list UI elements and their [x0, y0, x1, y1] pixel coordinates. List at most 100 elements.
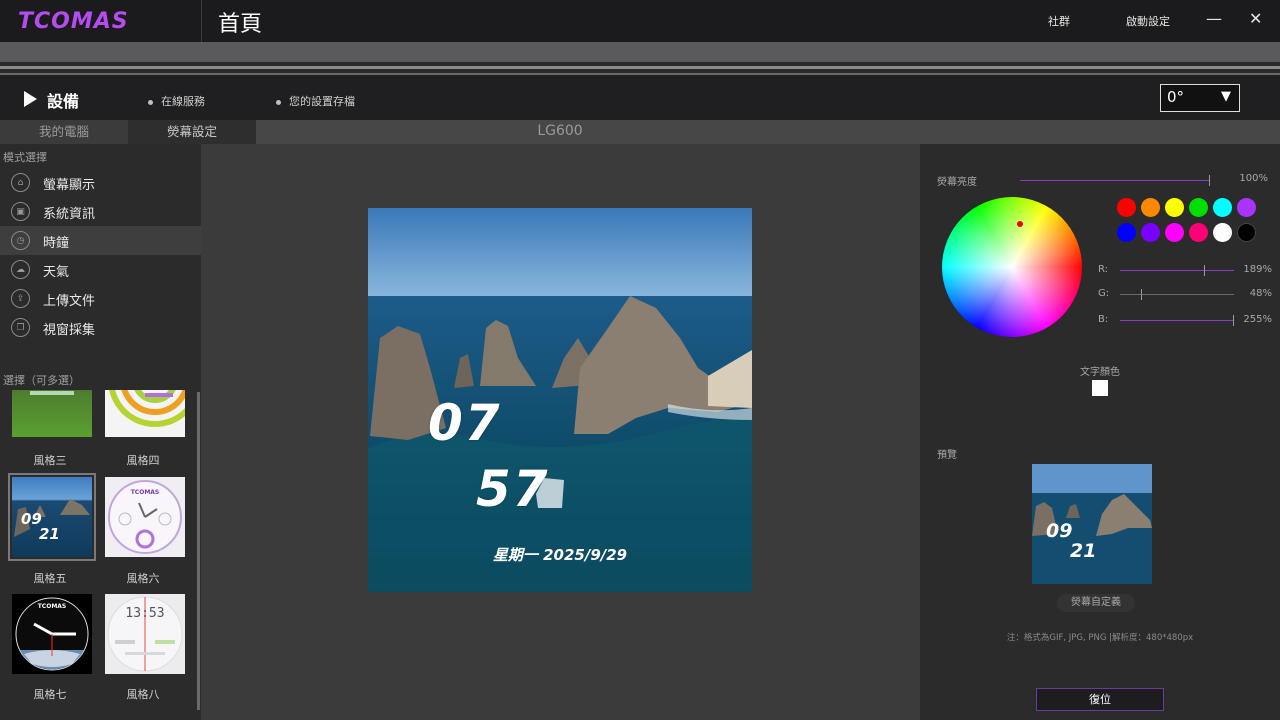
style-thumbnail-7[interactable]: TCOMAS	[12, 594, 92, 674]
device-title: 設備	[47, 92, 80, 111]
swatch-orange[interactable]	[1141, 198, 1160, 217]
g-slider[interactable]	[1120, 289, 1234, 300]
clock-hour: 07	[428, 394, 502, 452]
small-preview: 09 21	[1032, 464, 1152, 584]
rotation-value: 0°	[1167, 88, 1185, 106]
swatch-pink[interactable]	[1189, 223, 1208, 242]
screen-display-icon: ⌂	[11, 173, 30, 192]
thumb-time: 13:53	[125, 606, 165, 621]
close-icon[interactable]: ✕	[1249, 9, 1262, 28]
swatch-cyan[interactable]	[1213, 198, 1232, 217]
device-name: LG600	[537, 123, 583, 139]
tab-bar: 我的電腦 熒幕設定 LG600	[0, 120, 1280, 144]
mode-item-window-capture[interactable]: ❐ 視窗採集	[0, 313, 201, 342]
online-service-label: 在線服務	[161, 95, 205, 108]
upload-icon: ⇪	[11, 289, 30, 308]
g-handle[interactable]	[1141, 289, 1142, 300]
tab-my-computer[interactable]: 我的電腦	[0, 120, 128, 144]
right-panel: 熒幕亮度 100% R: 189% G: 48% B: 255% 文字顏色 預覽	[920, 144, 1280, 720]
brightness-handle[interactable]	[1209, 175, 1210, 186]
play-icon	[24, 91, 37, 107]
title-bar: TCOMAS 首頁 社群 啟動設定 — ✕	[0, 0, 1280, 42]
window-capture-icon: ❐	[11, 318, 30, 337]
text-color-swatch[interactable]	[1092, 380, 1108, 396]
page-title: 首頁	[218, 12, 263, 37]
concentric-rings-graphic	[109, 390, 185, 427]
r-label: R:	[1098, 264, 1109, 275]
r-handle[interactable]	[1204, 265, 1205, 276]
custom-screen-button[interactable]: 熒幕自定義	[1057, 594, 1135, 612]
online-service-link[interactable]: 在線服務	[148, 93, 205, 109]
thumb-text-bar	[30, 391, 74, 395]
mode-label: 螢幕顯示	[43, 178, 96, 193]
style-label-4: 風格四	[126, 454, 160, 467]
color-wheel[interactable]	[942, 197, 1082, 337]
weather-icon: ☁	[11, 260, 30, 279]
canvas-area: 07 57 星期一 2025/9/29	[201, 144, 920, 720]
system-info-icon: ▣	[11, 202, 30, 221]
small-preview-minute: 21	[1070, 540, 1097, 562]
style-thumbnail-5[interactable]: 09 21	[8, 473, 96, 561]
thumb-minute: 21	[39, 525, 60, 543]
style-thumbnail-8[interactable]: 13:53	[105, 594, 185, 674]
bullet-icon	[276, 99, 281, 105]
preview-label: 預覽	[937, 450, 957, 461]
rotation-select[interactable]: 0° ▼	[1160, 84, 1240, 112]
g-label: G:	[1098, 288, 1110, 299]
mode-label: 系統資訊	[43, 207, 96, 222]
format-note: 注：格式為GIF, JPG, PNG |解析度：480*480px	[1006, 633, 1194, 643]
b-handle[interactable]	[1233, 315, 1234, 326]
swatch-white[interactable]	[1213, 223, 1232, 242]
thumb-brand: TCOMAS	[37, 603, 67, 610]
swatch-purple[interactable]	[1237, 198, 1256, 217]
mode-item-upload[interactable]: ⇪ 上傳文件	[0, 284, 201, 313]
swatch-yellow[interactable]	[1165, 198, 1184, 217]
sea-rocks-background	[368, 208, 752, 592]
minimize-icon[interactable]: —	[1206, 9, 1222, 28]
style-label-7: 風格七	[33, 688, 67, 701]
brightness-value: 100%	[1239, 173, 1268, 184]
dropdown-arrow-icon: ▼	[1221, 89, 1231, 104]
style-label-5: 風格五	[33, 572, 67, 585]
mode-item-system-info[interactable]: ▣ 系統資訊	[0, 197, 201, 226]
bullet-icon	[148, 99, 153, 105]
swatch-green[interactable]	[1189, 198, 1208, 217]
mode-label: 視窗採集	[43, 323, 96, 338]
device-header: 設備 在線服務 您的設置存檔 0° ▼	[0, 75, 1280, 120]
thumb-brand: TCOMAS	[130, 489, 160, 496]
style-thumbnail-4[interactable]	[105, 390, 185, 437]
b-slider[interactable]	[1120, 315, 1234, 326]
style-thumbnail-6[interactable]: TCOMAS	[105, 477, 185, 557]
community-link[interactable]: 社群	[1048, 13, 1070, 29]
swatch-violet[interactable]	[1141, 223, 1160, 242]
clock-preview[interactable]: 07 57 星期一 2025/9/29	[368, 208, 752, 592]
mode-label: 天氣	[43, 265, 70, 280]
multi-select-label: 選擇（可多選）	[3, 374, 80, 387]
swatch-blue[interactable]	[1117, 223, 1136, 242]
swatch-red[interactable]	[1117, 198, 1136, 217]
text-color-label: 文字顏色	[1080, 367, 1120, 378]
mode-item-screen-display[interactable]: ⌂ 螢幕顯示	[0, 168, 201, 197]
r-slider[interactable]	[1120, 265, 1234, 276]
mode-section-label: 模式選擇	[3, 151, 47, 164]
swatch-magenta[interactable]	[1165, 223, 1184, 242]
tab-screen-settings[interactable]: 熒幕設定	[128, 120, 256, 144]
small-preview-hour: 09	[1046, 520, 1073, 542]
style-label-3: 風格三	[33, 454, 67, 467]
title-divider	[201, 0, 202, 42]
app-logo: TCOMAS	[18, 9, 129, 34]
style-thumbnail-3[interactable]	[12, 390, 92, 437]
reset-button[interactable]: 復位	[1036, 688, 1164, 711]
r-value: 189%	[1243, 264, 1272, 275]
thumbnail-scrollbar[interactable]	[197, 392, 200, 710]
g-value: 48%	[1249, 288, 1272, 299]
startup-settings-link[interactable]: 啟動設定	[1126, 13, 1170, 29]
mode-item-weather[interactable]: ☁ 天氣	[0, 255, 201, 284]
mode-item-clock[interactable]: ◷ 時鐘	[0, 226, 201, 255]
brightness-slider[interactable]	[1020, 175, 1210, 186]
brightness-label: 熒幕亮度	[937, 177, 977, 188]
swatch-black[interactable]	[1237, 223, 1256, 242]
saved-settings-link[interactable]: 您的設置存檔	[276, 93, 355, 109]
header-stripe	[0, 42, 1280, 62]
color-picker-dot[interactable]	[1017, 221, 1023, 227]
